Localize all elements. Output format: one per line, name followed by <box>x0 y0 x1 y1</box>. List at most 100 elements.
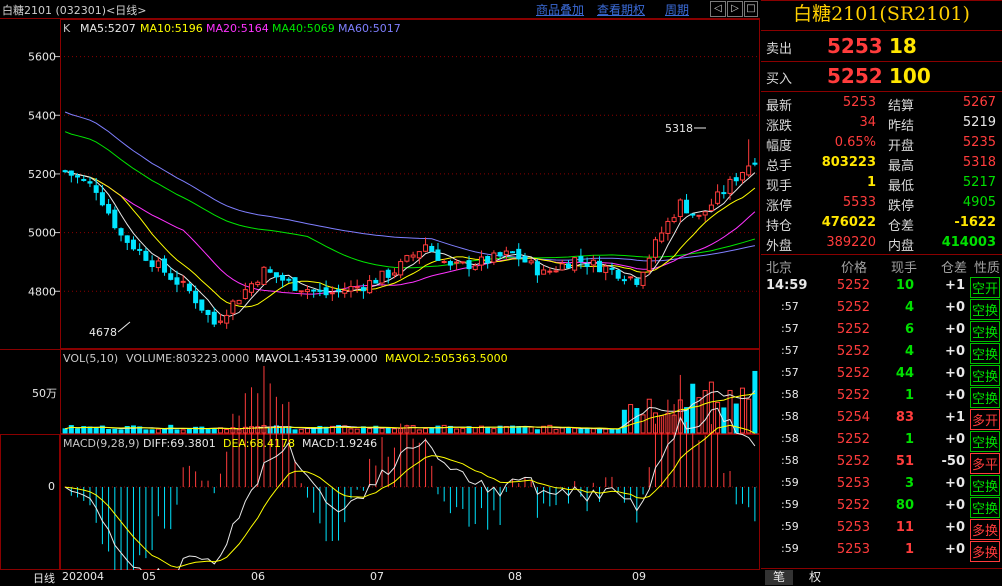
tick-volume: 10 <box>895 278 914 293</box>
ask-price: 5253 <box>827 34 883 58</box>
candle-body <box>81 178 87 181</box>
candle-body <box>733 177 739 182</box>
candle-body <box>472 265 478 270</box>
y-tick-label: 5200 <box>28 168 56 181</box>
stat-row: 涨跌 34 昨结 5219 <box>761 113 1002 134</box>
volume-bar <box>485 426 491 434</box>
tick-time: :58 <box>781 388 799 401</box>
x-label-apr: 202004 <box>62 570 104 583</box>
commodity-overlay-link[interactable]: 商品叠加 <box>536 1 584 18</box>
candle-body <box>87 181 93 184</box>
volume-bar <box>224 429 230 434</box>
tick-time: :58 <box>781 432 799 445</box>
tick-nature: 空开 <box>969 277 1000 298</box>
candle-body <box>186 283 192 292</box>
tick-price: 5252 <box>836 388 870 403</box>
tick-price: 5253 <box>836 476 870 491</box>
stat-value: 5217 <box>962 175 996 190</box>
candle-body <box>659 232 665 242</box>
volume-bar <box>578 428 584 434</box>
volume-bar <box>634 408 640 434</box>
volume-bar <box>534 429 540 434</box>
tick-volume: 1 <box>904 542 914 557</box>
mavol2-legend: MAVOL2:505363.5000 <box>385 352 508 365</box>
candle-body <box>255 281 261 286</box>
candle-body <box>628 276 634 279</box>
x-label-aug: 08 <box>508 570 522 583</box>
stat-row: 现手 1 最低 5217 <box>761 173 1002 194</box>
tick-time: :59 <box>781 498 799 511</box>
tick-volume: 6 <box>904 322 914 337</box>
tick-time: :58 <box>781 410 799 423</box>
volume-bar <box>572 427 578 434</box>
tab-ticks[interactable]: 笔 <box>765 570 793 585</box>
candle-body <box>609 267 615 270</box>
candle-body <box>62 170 68 173</box>
arrow-right-icon[interactable]: ▷ <box>727 1 743 17</box>
tick-price: 5252 <box>836 454 870 469</box>
high-price-label: 5318 <box>665 122 693 135</box>
kline-frame <box>60 19 760 349</box>
volume-legend: VOLUME:803223.0000 <box>126 352 249 365</box>
candle-body <box>541 269 547 275</box>
volume-bar <box>298 428 304 434</box>
candle-body <box>435 249 441 261</box>
y-tick-label: 5000 <box>28 227 56 240</box>
stat-label: 跌停 <box>888 199 915 214</box>
tick-price: 5252 <box>836 344 870 359</box>
tick-row: :57 5252 4 +0 空换 <box>761 298 1002 320</box>
volume-bar <box>367 428 373 434</box>
restore-icon[interactable]: □ <box>744 1 758 17</box>
candle-body <box>634 278 640 285</box>
candle-body <box>273 272 279 278</box>
volume-bar <box>149 429 155 434</box>
tick-price: 5253 <box>836 542 870 557</box>
tab-rights[interactable]: 权 <box>801 570 829 585</box>
candle-body <box>466 260 472 270</box>
view-options-link[interactable]: 查看期权 <box>597 1 645 18</box>
tick-nature: 空换 <box>969 365 1000 386</box>
candle-body <box>106 203 112 214</box>
ma40-legend: MA40:5069 <box>272 22 335 35</box>
low-arrow <box>117 321 131 333</box>
candle-body <box>746 165 752 176</box>
chart-area[interactable]: 5600 5400 5200 5000 4800 K MA5:5207 MA10:519… <box>0 19 760 585</box>
volume-bar <box>391 428 397 434</box>
ask-row: 卖出 5253 18 <box>761 33 1002 59</box>
tick-row: :59 5253 3 +0 空换 <box>761 474 1002 496</box>
candle-body <box>130 239 136 250</box>
macd-value-legend: MACD:1.9246 <box>302 437 377 450</box>
arrow-left-icon[interactable]: ◁ <box>710 1 726 17</box>
candle-body <box>336 289 342 292</box>
stat-row: 外盘 389220 内盘 414003 <box>761 233 1002 254</box>
stat-value: -1622 <box>954 215 996 230</box>
stat-label: 外盘 <box>766 239 793 254</box>
period-link[interactable]: 周期 <box>665 1 689 18</box>
candle-body <box>429 245 435 252</box>
kline-chart[interactable]: 5600 5400 5200 5000 4800 K MA5:5207 MA10:519… <box>0 19 760 582</box>
period-label[interactable]: 日线 <box>33 570 55 586</box>
candle-body <box>696 214 702 217</box>
stat-value: 803223 <box>821 155 876 170</box>
vol-legend: VOL(5,10) <box>63 352 118 365</box>
candle-body <box>360 287 366 292</box>
tick-volume: 4 <box>904 300 914 315</box>
candle-body <box>292 277 298 291</box>
bid-label: 买入 <box>766 72 793 87</box>
volume-bar <box>597 428 603 434</box>
x-label-may: 05 <box>142 570 156 583</box>
candle-body <box>373 279 379 284</box>
stat-value: 5267 <box>962 95 996 110</box>
candle-body <box>410 254 416 258</box>
stat-label: 开盘 <box>888 139 915 154</box>
volume-bar <box>646 398 652 434</box>
bid-price: 5252 <box>827 64 883 88</box>
chart-toolbar: 白糖2101 (032301)<日线> 商品叠加 查看期权 周期 ◁ ▷ □ <box>0 0 760 19</box>
ma60-legend: MA60:5017 <box>338 22 401 35</box>
candle-body <box>721 192 727 195</box>
ask-volume: 18 <box>889 34 917 58</box>
quote-panel: 白糖2101(SR2101) 卖出 5253 18 买入 5252 100 最新… <box>761 0 1002 585</box>
tick-price: 5252 <box>836 300 870 315</box>
volume-bar <box>155 428 161 434</box>
stat-row: 持仓 476022 仓差 -1622 <box>761 213 1002 234</box>
